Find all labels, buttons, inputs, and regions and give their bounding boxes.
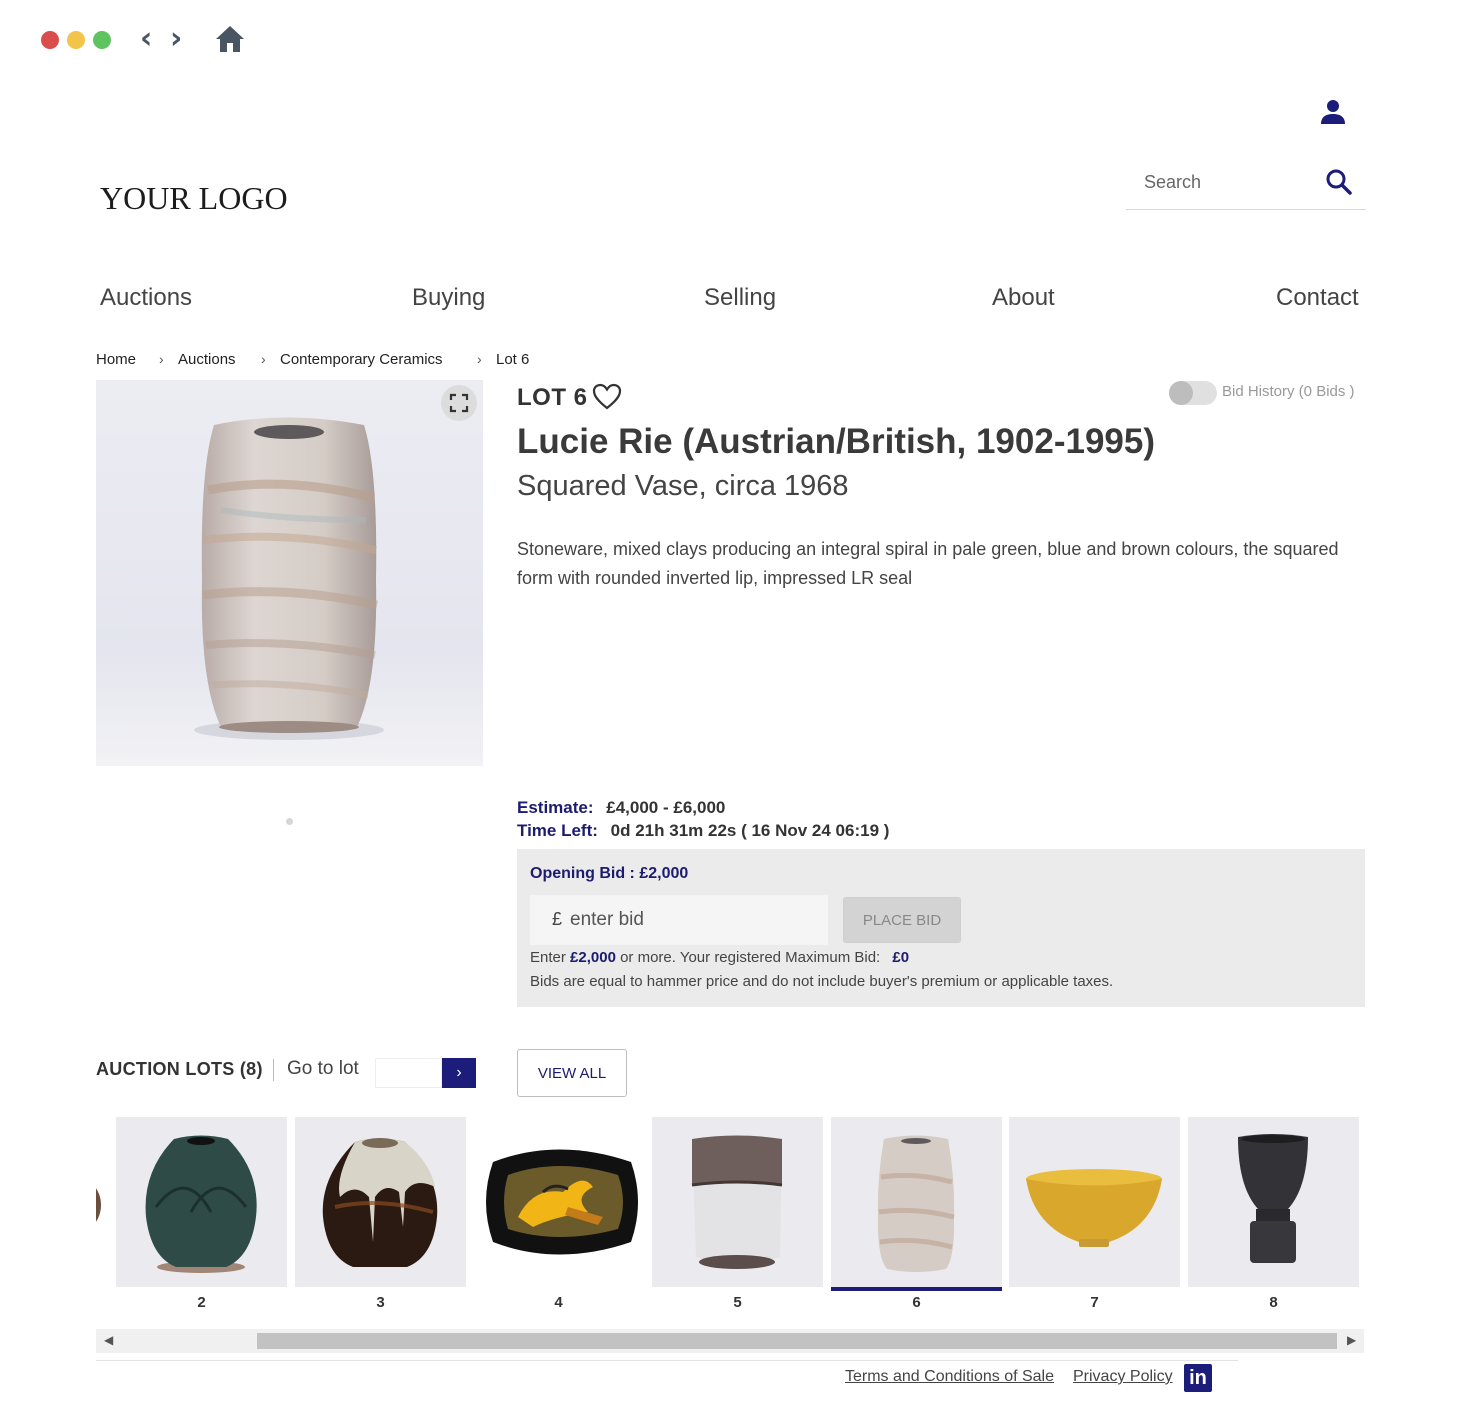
account-icon[interactable] bbox=[1320, 98, 1346, 126]
lot-main-image[interactable] bbox=[96, 380, 483, 766]
search-icon[interactable] bbox=[1325, 168, 1353, 196]
breadcrumb-lot: Lot 6 bbox=[496, 351, 530, 368]
note-amount: £2,000 bbox=[570, 949, 616, 966]
lot-thumbnail-label: 7 bbox=[1090, 1294, 1099, 1311]
lot-description: Stoneware, mixed clays producing an inte… bbox=[517, 539, 1339, 588]
lot-thumbnail-partial[interactable] bbox=[51, 1117, 106, 1287]
lot-thumbnail-label: 8 bbox=[1269, 1294, 1278, 1311]
lot-number: LOT 6 bbox=[517, 384, 588, 411]
linkedin-icon[interactable]: in bbox=[1184, 1364, 1212, 1392]
goto-lot-button[interactable]: › bbox=[442, 1058, 476, 1088]
place-bid-button[interactable]: PLACE BID bbox=[843, 897, 961, 943]
lot-thumbnail-2[interactable] bbox=[116, 1117, 287, 1287]
privacy-link[interactable]: Privacy Policy bbox=[1073, 1368, 1173, 1386]
max-bid-value: £0 bbox=[892, 949, 910, 966]
scroll-left-icon[interactable]: ◀ bbox=[104, 1333, 113, 1347]
bid-field: £ bbox=[530, 895, 828, 945]
bid-history-label[interactable]: Bid History (0 Bids ) bbox=[1222, 383, 1355, 400]
forward-icon[interactable]: › bbox=[170, 24, 182, 54]
active-lot-indicator bbox=[831, 1287, 1002, 1291]
carousel-dot[interactable] bbox=[286, 818, 293, 825]
expand-image-button[interactable] bbox=[441, 385, 477, 421]
lot-thumbnail-4[interactable] bbox=[473, 1117, 644, 1287]
time-left-label: Time Left: bbox=[517, 821, 598, 840]
estimate-label: Estimate: bbox=[517, 798, 594, 817]
currency-symbol: £ bbox=[552, 909, 563, 929]
auction-lots-heading: AUCTION LOTS (8) bbox=[96, 1059, 263, 1079]
goto-lot-input[interactable] bbox=[375, 1058, 442, 1088]
close-window-dot[interactable] bbox=[41, 31, 59, 49]
lot-thumbnail-8[interactable] bbox=[1188, 1117, 1359, 1287]
breadcrumb-separator: › bbox=[261, 351, 266, 367]
bid-amount-input[interactable] bbox=[570, 903, 810, 937]
time-left-value: 0d 21h 31m 22s ( 16 Nov 24 06:19 ) bbox=[610, 821, 890, 840]
estimate-value: £4,000 - £6,000 bbox=[606, 798, 726, 817]
search-input[interactable] bbox=[1144, 168, 1314, 196]
lot-thumbnail-7[interactable] bbox=[1009, 1117, 1180, 1287]
view-all-button[interactable]: VIEW ALL bbox=[517, 1049, 627, 1097]
bid-history-toggle[interactable] bbox=[1169, 381, 1217, 405]
minimize-window-dot[interactable] bbox=[67, 31, 85, 49]
heart-icon[interactable] bbox=[592, 383, 622, 411]
search-bar bbox=[1126, 158, 1366, 210]
nav-about[interactable]: About bbox=[992, 284, 1055, 312]
lot-thumbnail-label: 4 bbox=[554, 1294, 563, 1311]
lot-thumbnail-3[interactable] bbox=[295, 1117, 466, 1287]
nav-auctions[interactable]: Auctions bbox=[100, 284, 192, 312]
lot-thumbnail-label: 5 bbox=[733, 1294, 742, 1311]
lot-thumbnail-label: 2 bbox=[197, 1294, 206, 1311]
fullscreen-icon bbox=[449, 393, 469, 413]
breadcrumb-contemporary-ceramics[interactable]: Contemporary Ceramics bbox=[280, 351, 443, 368]
home-icon[interactable] bbox=[214, 23, 246, 55]
terms-link[interactable]: Terms and Conditions of Sale bbox=[845, 1368, 1054, 1386]
nav-contact[interactable]: Contact bbox=[1276, 284, 1359, 312]
bid-panel: Opening Bid : £2,000 £ PLACE BID Enter £… bbox=[517, 849, 1365, 1007]
lot-subtitle: Squared Vase, circa 1968 bbox=[517, 470, 849, 502]
footer-divider bbox=[96, 1360, 1238, 1361]
site-logo[interactable]: YOUR LOGO bbox=[100, 180, 288, 217]
maximize-window-dot[interactable] bbox=[93, 31, 111, 49]
breadcrumb-separator: › bbox=[159, 351, 164, 367]
bid-minimum-note: Enter £2,000 or more. Your registered Ma… bbox=[530, 949, 909, 966]
lot-thumbnail-label: 3 bbox=[376, 1294, 385, 1311]
nav-buying[interactable]: Buying bbox=[412, 284, 485, 312]
scroll-right-icon[interactable]: ▶ bbox=[1347, 1333, 1356, 1347]
back-icon[interactable]: ‹ bbox=[140, 24, 152, 54]
breadcrumb-separator: › bbox=[477, 351, 482, 367]
lot-thumbnail-6[interactable] bbox=[831, 1117, 1002, 1287]
scrollbar-thumb[interactable] bbox=[257, 1333, 1337, 1349]
lot-artist: Lucie Rie (Austrian/British, 1902-1995) bbox=[517, 422, 1155, 461]
note-middle: or more. Your registered Maximum Bid: bbox=[620, 949, 881, 966]
opening-bid: Opening Bid : £2,000 bbox=[530, 865, 689, 882]
lot-thumbnail-label: 6 bbox=[912, 1294, 921, 1311]
goto-lot-label: Go to lot bbox=[287, 1058, 359, 1079]
bid-disclaimer: Bids are equal to hammer price and do no… bbox=[530, 973, 1114, 990]
breadcrumb-auctions[interactable]: Auctions bbox=[178, 351, 236, 368]
time-left-row: Time Left: 0d 21h 31m 22s ( 16 Nov 24 06… bbox=[517, 821, 889, 841]
lot-thumbnail-5[interactable] bbox=[652, 1117, 823, 1287]
estimate-row: Estimate: £4,000 - £6,000 bbox=[517, 798, 725, 818]
nav-selling[interactable]: Selling bbox=[704, 284, 776, 312]
note-prefix: Enter bbox=[530, 949, 566, 966]
divider bbox=[273, 1059, 274, 1081]
breadcrumb-home[interactable]: Home bbox=[96, 351, 136, 368]
toggle-knob bbox=[1169, 381, 1193, 405]
